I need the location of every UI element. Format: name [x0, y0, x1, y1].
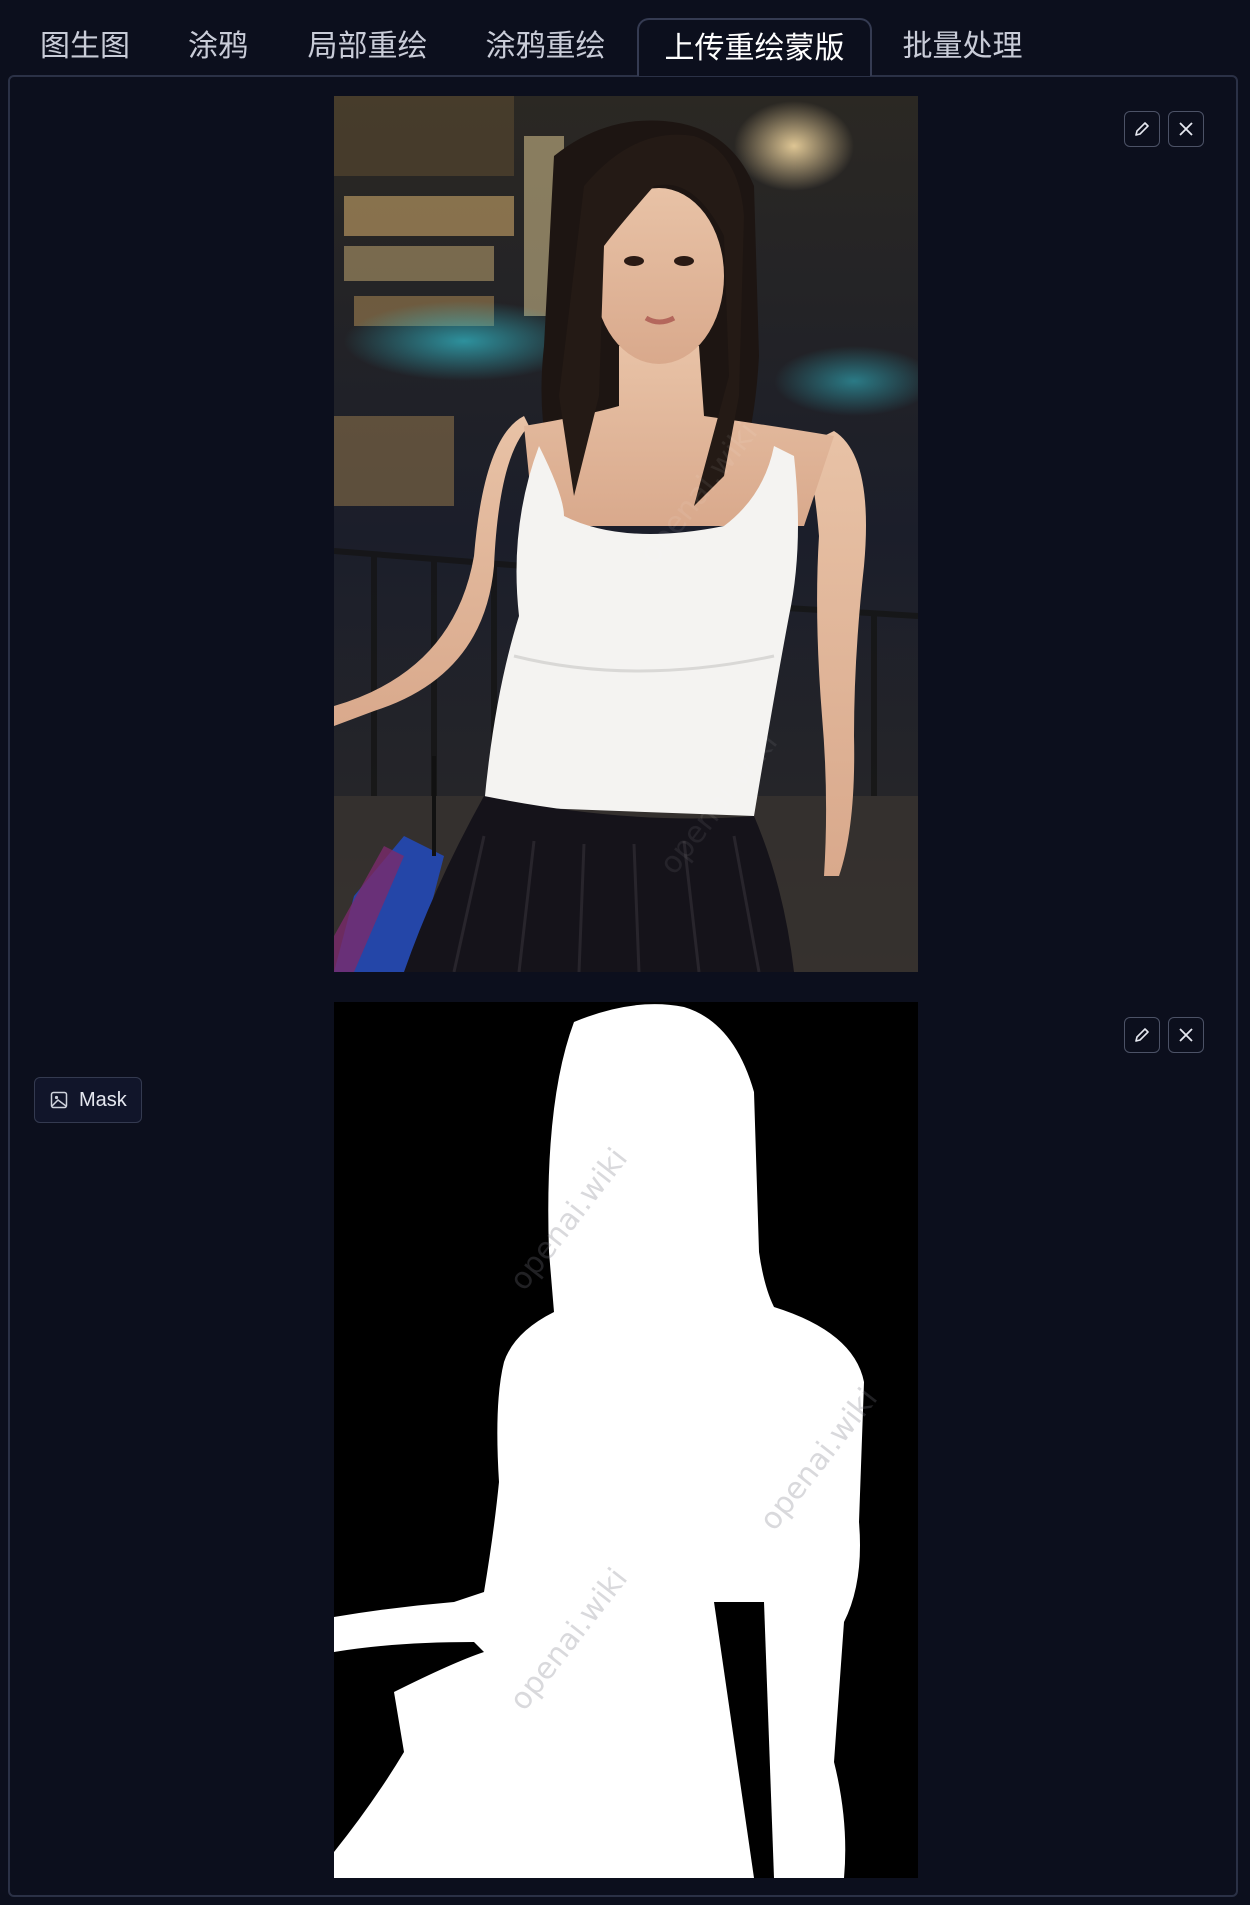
tab-batch[interactable]: 批量处理 — [895, 18, 1030, 76]
tab-sketch[interactable]: 涂鸦 — [168, 18, 268, 76]
mask-label: Mask — [34, 1077, 142, 1123]
mask-label-text: Mask — [79, 1088, 127, 1111]
edit-mask-button[interactable] — [1124, 1017, 1160, 1053]
tab-inpaint-upload[interactable]: 上传重绘蒙版 — [637, 18, 872, 76]
pencil-icon — [1135, 1028, 1149, 1042]
remove-source-button[interactable] — [1168, 111, 1204, 147]
close-icon — [1179, 1028, 1193, 1042]
remove-mask-button[interactable] — [1168, 1017, 1204, 1053]
tab-img2img[interactable]: 图生图 — [30, 18, 140, 76]
tab-inpaint-sketch[interactable]: 涂鸦重绘 — [478, 18, 613, 76]
source-image[interactable]: openai.wiki openai.wiki — [334, 96, 918, 972]
tab-bar: 图生图 涂鸦 局部重绘 涂鸦重绘 上传重绘蒙版 批量处理 — [0, 0, 1250, 76]
pencil-icon — [1135, 122, 1149, 136]
close-icon — [1179, 122, 1193, 136]
image-icon — [50, 1091, 68, 1109]
edit-source-button[interactable] — [1124, 111, 1160, 147]
inpaint-upload-panel: openai.wiki openai.wiki Mask openai.wiki… — [8, 75, 1238, 1897]
tab-inpaint[interactable]: 局部重绘 — [300, 18, 435, 76]
mask-image[interactable]: openai.wiki openai.wiki openai.wiki — [334, 1002, 918, 1878]
